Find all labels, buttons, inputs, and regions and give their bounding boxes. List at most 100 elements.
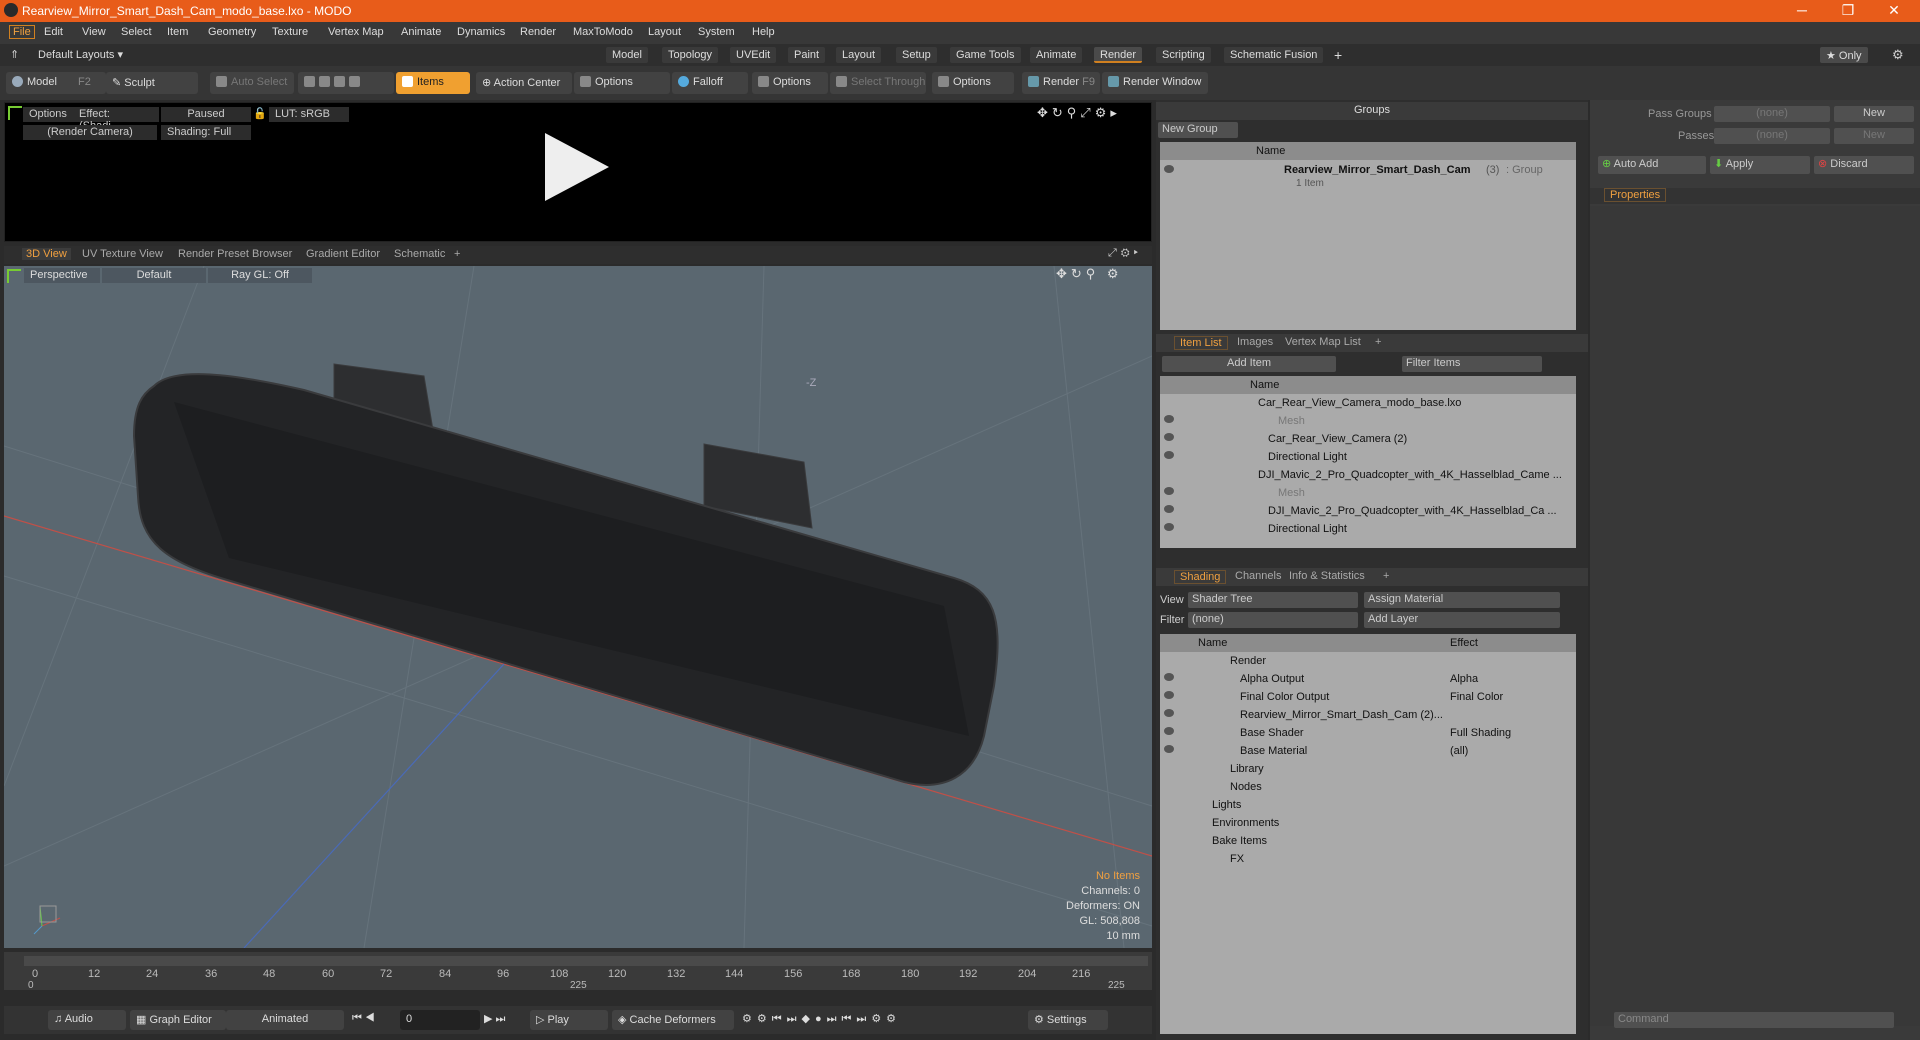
menu-dynamics[interactable]: Dynamics: [457, 26, 505, 38]
tab-schematic[interactable]: Schematic: [390, 248, 449, 260]
tab-images[interactable]: Images: [1232, 336, 1278, 348]
graph-editor-button[interactable]: ▦ Graph Editor: [130, 1010, 226, 1030]
only-toggle[interactable]: ★ Only: [1820, 47, 1868, 63]
tab-game-tools[interactable]: Game Tools: [950, 47, 1021, 63]
preview-options-button[interactable]: Options: [23, 107, 73, 122]
visibility-icon[interactable]: [1164, 451, 1174, 459]
cache-deformers-button[interactable]: ◈ Cache Deformers: [612, 1010, 734, 1030]
select-options[interactable]: Options: [932, 72, 1014, 94]
add-view-tab-button[interactable]: +: [450, 248, 464, 260]
shader-effect[interactable]: Full Shading: [1450, 727, 1511, 739]
action-center-button[interactable]: ⊕ Action Center: [476, 72, 572, 94]
select-through-button[interactable]: Select Through: [830, 72, 926, 94]
lut-dropdown[interactable]: LUT: sRGB: [269, 107, 349, 122]
close-button[interactable]: ✕: [1874, 2, 1914, 19]
action-center-options[interactable]: Options: [574, 72, 670, 94]
menu-vertex-map[interactable]: Vertex Map: [328, 26, 384, 38]
tab-paint[interactable]: Paint: [788, 47, 826, 63]
falloff-options[interactable]: Options: [752, 72, 828, 94]
camera-dropdown[interactable]: (Render Camera): [23, 125, 157, 140]
timeline-ruler[interactable]: [24, 956, 1148, 966]
add-panel-tab[interactable]: +: [1370, 336, 1386, 348]
tab-uvedit[interactable]: UVEdit: [730, 47, 777, 63]
menu-edit[interactable]: Edit: [44, 26, 63, 38]
menu-item[interactable]: Item: [167, 26, 188, 38]
shader-effect[interactable]: (all): [1450, 745, 1468, 757]
visibility-icon[interactable]: [1164, 673, 1174, 681]
step-forward-icons[interactable]: ▶⏭: [484, 1012, 508, 1026]
menu-file[interactable]: File: [9, 25, 35, 39]
shader-effect[interactable]: Final Color: [1450, 691, 1503, 703]
list-item[interactable]: DJI_Mavic_2_Pro_Quadcopter_with_4K_Hasse…: [1160, 466, 1576, 484]
shader-row[interactable]: Alpha Output Alpha: [1160, 670, 1576, 688]
sculpt-button[interactable]: ✎ Sculpt: [106, 72, 198, 94]
shader-row[interactable]: Base Shader Full Shading: [1160, 724, 1576, 742]
materials-icon[interactable]: [349, 76, 360, 87]
tab-animate[interactable]: Animate: [1030, 47, 1083, 63]
tab-model[interactable]: Model: [606, 47, 648, 63]
tab-layout[interactable]: Layout: [836, 47, 882, 63]
new-pass-button[interactable]: New: [1834, 128, 1914, 144]
key-tools-icons[interactable]: ⚙⚙⏮⏭◆●⏭⏮⏭⚙⚙: [742, 1012, 901, 1026]
shader-tree-dropdown[interactable]: Shader Tree: [1188, 592, 1358, 608]
tab-channels[interactable]: Channels: [1230, 570, 1286, 582]
visibility-icon[interactable]: [1164, 505, 1174, 513]
list-item[interactable]: Mesh: [1160, 484, 1576, 502]
shader-row[interactable]: Bake Items: [1160, 832, 1576, 850]
group-row[interactable]: Rearview_Mirror_Smart_Dash_Cam (3) : Gro…: [1160, 162, 1576, 192]
tab-item-list[interactable]: Item List: [1174, 336, 1228, 350]
raygl-toggle[interactable]: Ray GL: Off: [208, 268, 312, 283]
visibility-icon[interactable]: [1164, 727, 1174, 735]
menu-maxtomodo[interactable]: MaxToModo: [573, 26, 633, 38]
tab-topology[interactable]: Topology: [662, 47, 719, 63]
maximize-button[interactable]: ❐: [1828, 2, 1868, 19]
list-item[interactable]: DJI_Mavic_2_Pro_Quadcopter_with_4K_Hasse…: [1160, 502, 1576, 520]
passes-dropdown[interactable]: (none): [1714, 128, 1830, 144]
tab-setup[interactable]: Setup: [896, 47, 937, 63]
audio-button[interactable]: ♫ Audio: [48, 1010, 126, 1030]
filter-dropdown[interactable]: (none): [1188, 612, 1358, 628]
render-button[interactable]: Render F9: [1022, 72, 1100, 94]
menu-system[interactable]: System: [698, 26, 735, 38]
preview-view-controls[interactable]: ✥↻⚲⤢⚙▸: [1037, 105, 1121, 121]
frame-field[interactable]: 0: [400, 1010, 480, 1030]
vertices-icon[interactable]: [304, 76, 315, 87]
default-style-dropdown[interactable]: Default: [102, 268, 206, 283]
pass-groups-dropdown[interactable]: (none): [1714, 106, 1830, 122]
auto-add-button[interactable]: ⊕ Auto Add: [1598, 156, 1706, 174]
shader-effect[interactable]: Alpha: [1450, 673, 1478, 685]
shader-row[interactable]: FX: [1160, 850, 1576, 868]
tab-3d-view[interactable]: 3D View: [22, 248, 71, 260]
gear-icon[interactable]: ⚙: [1892, 47, 1904, 63]
timeline[interactable]: 0 12 24 36 48 60 72 84 96 108 120 132 14…: [4, 952, 1152, 991]
lock-icon[interactable]: 🔓: [253, 107, 267, 120]
tab-uv-texture-view[interactable]: UV Texture View: [78, 248, 167, 260]
shader-row[interactable]: Render: [1160, 652, 1576, 670]
discard-button[interactable]: ⊗ Discard: [1814, 156, 1914, 174]
tab-schematic-fusion[interactable]: Schematic Fusion: [1224, 47, 1324, 63]
command-input[interactable]: Command: [1614, 1012, 1894, 1028]
visibility-icon[interactable]: [1164, 165, 1174, 173]
add-item-dropdown[interactable]: Add Item: [1162, 356, 1336, 372]
play-button[interactable]: ▷ Play: [530, 1010, 608, 1030]
item-list[interactable]: Name Car_Rear_View_Camera_modo_base.lxo …: [1160, 376, 1576, 548]
menu-help[interactable]: Help: [752, 26, 775, 38]
items-mode-button[interactable]: Items: [396, 72, 470, 94]
new-group-button[interactable]: New Group: [1158, 122, 1238, 138]
filter-items-field[interactable]: Filter Items: [1402, 356, 1542, 372]
tab-info-statistics[interactable]: Info & Statistics: [1284, 570, 1370, 582]
falloff-button[interactable]: Falloff: [672, 72, 748, 94]
tab-vertex-map-list[interactable]: Vertex Map List: [1280, 336, 1366, 348]
list-item[interactable]: Car_Rear_View_Camera (2): [1160, 430, 1576, 448]
effect-dropdown[interactable]: Effect: (Shadi...: [73, 107, 159, 132]
shading-dropdown[interactable]: Shading: Full: [161, 125, 251, 140]
visibility-icon[interactable]: [1164, 709, 1174, 717]
shader-row[interactable]: Library: [1160, 760, 1576, 778]
default-layouts-dropdown[interactable]: Default Layouts ▾: [38, 48, 123, 61]
range-start[interactable]: 0: [28, 980, 34, 991]
model-button[interactable]: Model F2: [6, 72, 106, 94]
apply-button[interactable]: ⬇ Apply: [1710, 156, 1810, 174]
tab-shading[interactable]: Shading: [1174, 570, 1227, 584]
visibility-icon[interactable]: [1164, 691, 1174, 699]
paused-toggle[interactable]: Paused: [161, 107, 251, 122]
